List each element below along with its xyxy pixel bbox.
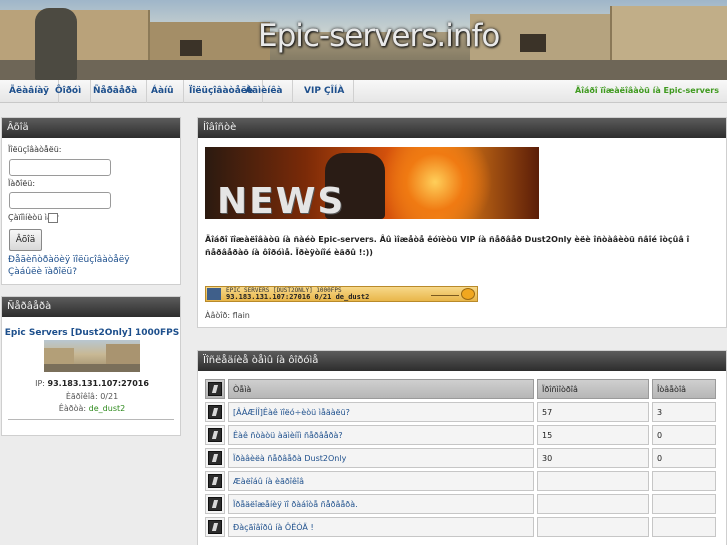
site-banner[interactable]: Epic-servers.info (0, 0, 727, 80)
table-row: Ïðàâèëà ñåðâåðà Dust2Only 30 0 (205, 448, 716, 468)
server-name[interactable]: Epic Servers [Dust2Only] 1000FPS (2, 328, 182, 338)
login-title: Âõîä (2, 118, 180, 138)
server-map-name: de_dust2 (88, 404, 126, 413)
nav-item-admin[interactable]: Àäìèíêà (236, 80, 293, 103)
topic-icon (208, 405, 222, 419)
username-label: Ïîëüçîâàòåëü: (8, 145, 62, 154)
topic-link[interactable]: Ðàçãîâîðû íà ÔËÓÄ ! (228, 517, 534, 537)
server-map-label: Êàðòà: (58, 404, 87, 413)
nav-item-bans[interactable]: Áàíû (142, 80, 184, 103)
forum-panel: Ïîñëåäíèå òåìû íà ôîðóìå Òåìà Ïðîñìîòðîâ… (197, 350, 727, 545)
banner-soldier (35, 8, 77, 80)
wave-graph-icon (431, 292, 459, 296)
views-cell (537, 517, 649, 537)
replies-cell: 0 (652, 448, 716, 468)
topic-link[interactable]: [ÂÀÆÍÎ]Êàê ïîëó÷èòü ìåäàëü? (228, 402, 534, 422)
server-map-row: Êàðòà: de_dust2 (2, 404, 182, 413)
topic-icon (208, 474, 222, 488)
table-header-row: Òåìà Ïðîñìîòðîâ Îòâåòîâ (205, 379, 716, 399)
login-panel: Âõîä Ïîëüçîâàòåëü: Ïàðîëü: Çàïîìíèòü ìåí… (1, 117, 181, 285)
forgot-password-link[interactable]: Çàáûëè ïàðîëü? (8, 267, 77, 277)
row-icon-cell (205, 471, 225, 491)
main-nav: Ãëàâíàÿ Ôîðóì Ñåðâåðà Áàíû Ïîëüçîâàòåëè … (0, 80, 727, 103)
banner-window (180, 40, 202, 56)
replies-cell (652, 494, 716, 514)
topic-icon (208, 451, 222, 465)
server-map-thumbnail[interactable] (44, 340, 140, 372)
register-link[interactable]: Ðåãèñòðàöèÿ ïîëüçîâàòåëÿ (8, 255, 130, 265)
row-icon-cell (205, 402, 225, 422)
table-row: Ïðåäëîæåíèÿ ïî ðàáîòå ñåðâåðà. (205, 494, 716, 514)
forum-table: Òåìà Ïðîñìîòðîâ Îòâåòîâ [ÂÀÆÍÎ]Êàê ïîëó÷… (202, 376, 719, 540)
table-row: [ÂÀÆÍÎ]Êàê ïîëó÷èòü ìåäàëü? 57 3 (205, 402, 716, 422)
server-ip-label: IP: (35, 379, 45, 388)
replies-cell (652, 471, 716, 491)
views-cell (537, 494, 649, 514)
topic-icon (208, 382, 222, 396)
news-text: Äîáðî ïîæàëîâàòü íà ñàéò Epic-servers. Â… (205, 235, 690, 257)
topic-icon (208, 428, 222, 442)
topic-icon (208, 497, 222, 511)
views-cell (537, 471, 649, 491)
row-icon-cell (205, 425, 225, 445)
replies-cell: 0 (652, 425, 716, 445)
gametracker-icon (461, 288, 475, 300)
welcome-text: Äîáðî ïîæàëîâàòü íà Epic-servers (575, 86, 719, 95)
news-image-glow (375, 147, 495, 219)
login-button[interactable]: Âõîä (9, 229, 42, 251)
site-title[interactable]: Epic-servers.info (258, 18, 500, 54)
banner-ground (0, 60, 727, 80)
server-ip-row: IP: 93.183.131.107:27016 (2, 379, 182, 388)
topic-icon (208, 520, 222, 534)
icon-column-header (205, 379, 225, 399)
column-views[interactable]: Ïðîñìîòðîâ (537, 379, 649, 399)
views-cell: 57 (537, 402, 649, 422)
remember-checkbox[interactable] (48, 213, 58, 223)
status-banner-info: 93.183.131.107:27016 0/21 de_dust2 (226, 293, 370, 301)
column-replies[interactable]: Îòâåòîâ (652, 379, 716, 399)
row-icon-cell (205, 448, 225, 468)
nav-item-servers[interactable]: Ñåðâåðà (84, 80, 148, 103)
views-cell: 30 (537, 448, 649, 468)
password-label: Ïàðîëü: (8, 179, 36, 188)
username-input[interactable] (9, 159, 111, 176)
topic-link[interactable]: Æàëîáû íà èãðîêîâ (228, 471, 534, 491)
topic-link[interactable]: Ïðàâèëà ñåðâåðà Dust2Only (228, 448, 534, 468)
views-cell: 15 (537, 425, 649, 445)
row-icon-cell (205, 494, 225, 514)
server-players: 0/21 (100, 392, 119, 401)
news-author-name[interactable]: flain (233, 311, 250, 320)
servers-title: Ñåðâåðà (2, 297, 180, 317)
divider (8, 419, 174, 420)
forum-title: Ïîñëåäíèå òåìû íà ôîðóìå (198, 351, 726, 371)
nav-item-vip[interactable]: VIP ÇÎÍÀ (295, 80, 355, 103)
news-title: Íîâîñòè (198, 118, 726, 138)
replies-cell (652, 517, 716, 537)
server-status-banner[interactable]: EPIC SERVERS [DUST2ONLY] 1000FPS 93.183.… (205, 286, 478, 302)
password-input[interactable] (9, 192, 111, 209)
news-panel: Íîâîñòè NEWS Äîáðî ïîæàëîâàòü íà ñàéò Ep… (197, 117, 727, 328)
table-row: Ðàçãîâîðû íà ÔËÓÄ ! (205, 517, 716, 537)
server-ip: 93.183.131.107:27016 (47, 379, 149, 388)
replies-cell: 3 (652, 402, 716, 422)
row-icon-cell (205, 517, 225, 537)
news-image-word: NEWS (217, 181, 346, 220)
column-topic[interactable]: Òåìà (228, 379, 534, 399)
map-ground (44, 364, 140, 372)
topic-link[interactable]: Ïðåäëîæåíèÿ ïî ðàáîòå ñåðâåðà. (228, 494, 534, 514)
topic-link[interactable]: Êàê ñòàòü àäìèíîì ñåðâåðà? (228, 425, 534, 445)
news-image: NEWS (205, 147, 539, 219)
server-players-label: Èãðîêîâ: (65, 392, 98, 401)
table-row: Æàëîáû íà èãðîêîâ (205, 471, 716, 491)
news-author: Àâòîð: flain (205, 311, 250, 320)
servers-panel: Ñåðâåðà Epic Servers [Dust2Only] 1000FPS… (1, 296, 181, 436)
table-row: Êàê ñòàòü àäìèíîì ñåðâåðà? 15 0 (205, 425, 716, 445)
cs-icon (207, 288, 221, 300)
banner-window (520, 34, 546, 52)
server-players-row: Èãðîêîâ: 0/21 (2, 392, 182, 401)
news-author-label: Àâòîð: (205, 311, 231, 320)
